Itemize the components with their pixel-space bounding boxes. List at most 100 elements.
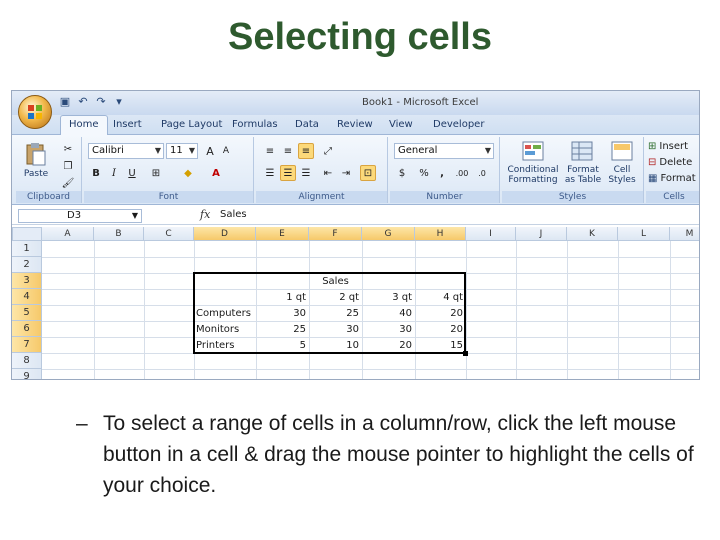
font-size-combo[interactable]: 11 ▼: [166, 143, 198, 159]
shrink-font-icon[interactable]: A: [218, 143, 234, 159]
grid-line: [94, 241, 95, 379]
office-button[interactable]: [18, 95, 52, 129]
column-header-k[interactable]: K: [567, 227, 618, 241]
excel-window: ▣ ↶ ↷ ▾ Book1 - Microsoft Excel Home Ins…: [11, 90, 700, 380]
delete-label: Delete: [659, 156, 693, 168]
alignment-group: ≡ ≡ ≡ ⤢ ☰ ☰ ☰ ⇤ ⇥ ⊡ Alignment: [256, 137, 388, 203]
row-header-5[interactable]: 5: [12, 305, 42, 321]
customize-qat-icon[interactable]: ▾: [112, 95, 126, 109]
cells-group-label: Cells: [646, 191, 699, 203]
formula-input[interactable]: Sales: [220, 209, 247, 220]
merge-center-icon[interactable]: ⊡: [360, 165, 376, 181]
tab-data[interactable]: Data: [295, 119, 319, 130]
name-box[interactable]: D3 ▼: [18, 209, 142, 223]
row-header-2[interactable]: 2: [12, 257, 42, 273]
decrease-decimal-button[interactable]: .0: [474, 165, 490, 181]
tab-review[interactable]: Review: [337, 119, 373, 130]
column-header-i[interactable]: I: [466, 227, 516, 241]
column-header-b[interactable]: B: [94, 227, 144, 241]
underline-button[interactable]: U: [124, 165, 140, 181]
align-bottom-icon[interactable]: ≡: [298, 143, 314, 159]
row-header-7[interactable]: 7: [12, 337, 42, 353]
tab-page-layout[interactable]: Page Layout: [161, 119, 222, 130]
format-cells-button[interactable]: ▦ Format: [648, 171, 696, 185]
format-painter-icon[interactable]: 🖌: [60, 175, 76, 191]
copy-icon[interactable]: ❐: [60, 158, 76, 174]
save-icon[interactable]: ▣: [58, 95, 72, 109]
percent-button[interactable]: %: [416, 165, 432, 181]
column-header-f[interactable]: F: [309, 227, 362, 241]
bold-button[interactable]: B: [88, 165, 104, 181]
currency-button[interactable]: $: [394, 165, 410, 181]
grid-line: [618, 241, 619, 379]
undo-icon[interactable]: ↶: [76, 95, 90, 109]
tab-home[interactable]: Home: [60, 115, 108, 136]
chevron-down-icon: ▼: [131, 211, 138, 220]
column-header-l[interactable]: L: [618, 227, 670, 241]
delete-cells-button[interactable]: ⊟ Delete: [648, 155, 692, 169]
format-label: Format: [660, 172, 696, 184]
alignment-group-label: Alignment: [256, 191, 387, 203]
increase-indent-icon[interactable]: ⇥: [338, 165, 354, 181]
redo-icon[interactable]: ↷: [94, 95, 108, 109]
align-middle-icon[interactable]: ≡: [280, 143, 296, 159]
column-header-e[interactable]: E: [256, 227, 309, 241]
fill-color-icon[interactable]: ◆: [180, 165, 196, 181]
slide-title: Selecting cells: [227, 16, 492, 58]
row-header-3[interactable]: 3: [12, 273, 42, 289]
row-header-1[interactable]: 1: [12, 241, 42, 257]
conditional-formatting-icon[interactable]: [520, 139, 546, 163]
grid-line: [670, 241, 671, 379]
fill-handle[interactable]: [463, 351, 468, 356]
row-header-9[interactable]: 9: [12, 369, 42, 379]
number-format-combo[interactable]: General ▼: [394, 143, 494, 159]
window-title: Book1 - Microsoft Excel: [362, 97, 479, 108]
decrease-indent-icon[interactable]: ⇤: [320, 165, 336, 181]
align-center-icon[interactable]: ☰: [280, 165, 296, 181]
tab-formulas[interactable]: Formulas: [232, 119, 278, 130]
cell-styles-icon[interactable]: [610, 139, 634, 163]
column-header-m[interactable]: M: [670, 227, 699, 241]
tab-view[interactable]: View: [389, 119, 413, 130]
column-header-h[interactable]: H: [415, 227, 466, 241]
bullet-point: – To select a range of cells in a column…: [76, 408, 696, 501]
insert-function-button[interactable]: fx: [200, 208, 210, 221]
worksheet-grid[interactable]: A B C D E F G H I J K L M 1 2 3 4 5 6 7 …: [12, 227, 699, 379]
column-header-g[interactable]: G: [362, 227, 415, 241]
tab-developer[interactable]: Developer: [433, 119, 484, 130]
align-left-icon[interactable]: ☰: [262, 165, 278, 181]
row-header-4[interactable]: 4: [12, 289, 42, 305]
format-icon: ▦: [648, 172, 658, 184]
format-as-table-icon[interactable]: [570, 139, 594, 163]
cut-icon[interactable]: ✂: [60, 141, 76, 157]
grid-line: [144, 241, 145, 379]
orientation-icon[interactable]: ⤢: [320, 143, 336, 159]
column-header-a[interactable]: A: [42, 227, 94, 241]
italic-button[interactable]: I: [106, 165, 122, 181]
format-as-table-label: Format as Table: [564, 165, 602, 185]
font-size-value: 11: [170, 145, 183, 156]
column-header-d[interactable]: D: [194, 227, 256, 241]
grow-font-icon[interactable]: A: [202, 143, 218, 159]
bullet-dash: –: [76, 412, 88, 435]
insert-cells-button[interactable]: ⊞ Insert: [648, 139, 688, 153]
font-name-combo[interactable]: Calibri ▼: [88, 143, 164, 159]
grid-line: [567, 241, 568, 379]
row-header-6[interactable]: 6: [12, 321, 42, 337]
align-right-icon[interactable]: ☰: [298, 165, 314, 181]
increase-decimal-button[interactable]: .00: [454, 165, 470, 181]
row-header-8[interactable]: 8: [12, 353, 42, 369]
comma-button[interactable]: ,: [434, 165, 450, 181]
select-all-corner[interactable]: [12, 227, 42, 241]
cell-styles-label: Cell Styles: [608, 165, 636, 185]
borders-icon[interactable]: ⊞: [148, 165, 164, 181]
clipboard-group: Paste ✂ ❐ 🖌 Clipboard: [16, 137, 82, 203]
ribbon-tabs: Home Insert Page Layout Formulas Data Re…: [12, 115, 699, 136]
paste-icon[interactable]: [22, 141, 50, 167]
font-color-icon[interactable]: A: [208, 165, 224, 181]
tab-insert[interactable]: Insert: [113, 119, 142, 130]
align-top-icon[interactable]: ≡: [262, 143, 278, 159]
insert-icon: ⊞: [648, 140, 657, 152]
column-header-j[interactable]: J: [516, 227, 567, 241]
column-header-c[interactable]: C: [144, 227, 194, 241]
